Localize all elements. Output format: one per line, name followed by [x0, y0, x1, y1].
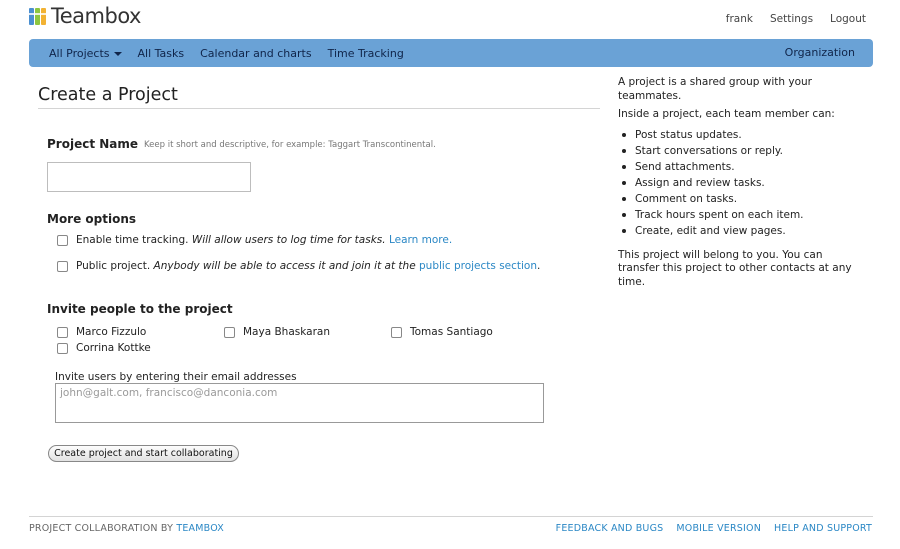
sidebar-ownership: This project will belong to you. You can… — [618, 248, 852, 288]
time-tracking-checkbox[interactable] — [57, 234, 68, 246]
list-item: Post status updates. — [618, 127, 858, 143]
public-project-note: Anybody will be able to access it and jo… — [153, 260, 416, 272]
caret-down-icon — [113, 51, 122, 56]
brand-name: Teambox — [51, 4, 141, 28]
project-name-label: Project Name — [47, 137, 139, 151]
top-links: frank Settings Logout — [726, 13, 866, 25]
project-name-hint: Keep it short and descriptive, for examp… — [144, 140, 436, 150]
list-item: Send attachments. — [618, 159, 858, 175]
email-invite-input[interactable] — [55, 383, 544, 423]
list-item: Assign and review tasks. — [618, 175, 858, 191]
project-name-input[interactable] — [47, 162, 251, 192]
public-project-option: Public project. Anybody will be able to … — [57, 260, 540, 272]
person-checkbox[interactable] — [391, 326, 402, 338]
time-tracking-option: Enable time tracking. Will allow users t… — [57, 234, 452, 246]
main-nav: All Projects All Tasks Calendar and char… — [29, 39, 873, 67]
create-project-button[interactable]: Create project and start collaborating — [48, 445, 239, 462]
time-tracking-label: Enable time tracking. — [76, 234, 189, 246]
public-projects-link[interactable]: public projects section — [419, 260, 537, 272]
help-support-link[interactable]: HELP AND SUPPORT — [774, 523, 872, 534]
mobile-version-link[interactable]: MOBILE VERSION — [676, 523, 761, 534]
person-checkbox[interactable] — [57, 326, 68, 338]
person-checkbox[interactable] — [57, 342, 68, 354]
person-name: Maya Bhaskaran — [243, 326, 330, 338]
nav-organization[interactable]: Organization — [785, 46, 855, 59]
invite-person: Corrina Kottke — [57, 342, 151, 354]
nav-all-projects[interactable]: All Projects — [49, 47, 122, 60]
time-tracking-note: Will allow users to log time for tasks. — [191, 234, 386, 246]
list-item: Create, edit and view pages. — [618, 223, 858, 239]
user-link[interactable]: frank — [726, 13, 753, 25]
page-title: Create a Project — [38, 85, 178, 105]
project-info-sidebar: A project is a shared group with your te… — [618, 76, 858, 294]
list-item: Comment on tasks. — [618, 191, 858, 207]
nav-all-projects-label: All Projects — [49, 46, 110, 60]
person-name: Tomas Santiago — [410, 326, 493, 338]
list-item: Start conversations or reply. — [618, 143, 858, 159]
footer-credit: PROJECT COLLABORATION BY TEAMBOX — [29, 523, 224, 534]
footer-prefix: PROJECT COLLABORATION BY — [29, 523, 174, 534]
public-project-suffix: . — [537, 260, 541, 272]
sidebar-list-heading: Inside a project, each team member can: — [618, 108, 835, 120]
person-name: Corrina Kottke — [76, 342, 151, 354]
more-options-label: More options — [47, 212, 137, 226]
footer-divider — [29, 516, 873, 517]
invite-person: Maya Bhaskaran — [224, 326, 330, 338]
invite-person: Marco Fizzulo — [57, 326, 146, 338]
learn-more-link[interactable]: Learn more. — [389, 234, 452, 246]
footer-teambox-link[interactable]: TEAMBOX — [176, 523, 224, 534]
brand-logo[interactable]: Teambox — [29, 4, 141, 28]
email-invite-label: Invite users by entering their email add… — [55, 371, 297, 383]
person-checkbox[interactable] — [224, 326, 235, 338]
person-name: Marco Fizzulo — [76, 326, 147, 338]
sidebar-intro: A project is a shared group with your te… — [618, 76, 812, 102]
settings-link[interactable]: Settings — [770, 13, 813, 25]
capabilities-list: Post status updates. Start conversations… — [618, 127, 858, 239]
logout-link[interactable]: Logout — [830, 13, 866, 25]
footer-links: FEEDBACK AND BUGS MOBILE VERSION HELP AN… — [556, 523, 872, 534]
nav-calendar[interactable]: Calendar and charts — [200, 47, 311, 60]
invite-people-label: Invite people to the project — [47, 302, 233, 316]
public-project-checkbox[interactable] — [57, 260, 68, 272]
invite-person: Tomas Santiago — [391, 326, 493, 338]
title-divider — [38, 108, 600, 109]
list-item: Track hours spent on each item. — [618, 207, 858, 223]
feedback-link[interactable]: FEEDBACK AND BUGS — [556, 523, 664, 534]
nav-all-tasks[interactable]: All Tasks — [138, 47, 185, 60]
nav-time-tracking[interactable]: Time Tracking — [328, 47, 404, 60]
public-project-label: Public project. — [76, 260, 151, 272]
teambox-logo-icon — [29, 7, 48, 25]
